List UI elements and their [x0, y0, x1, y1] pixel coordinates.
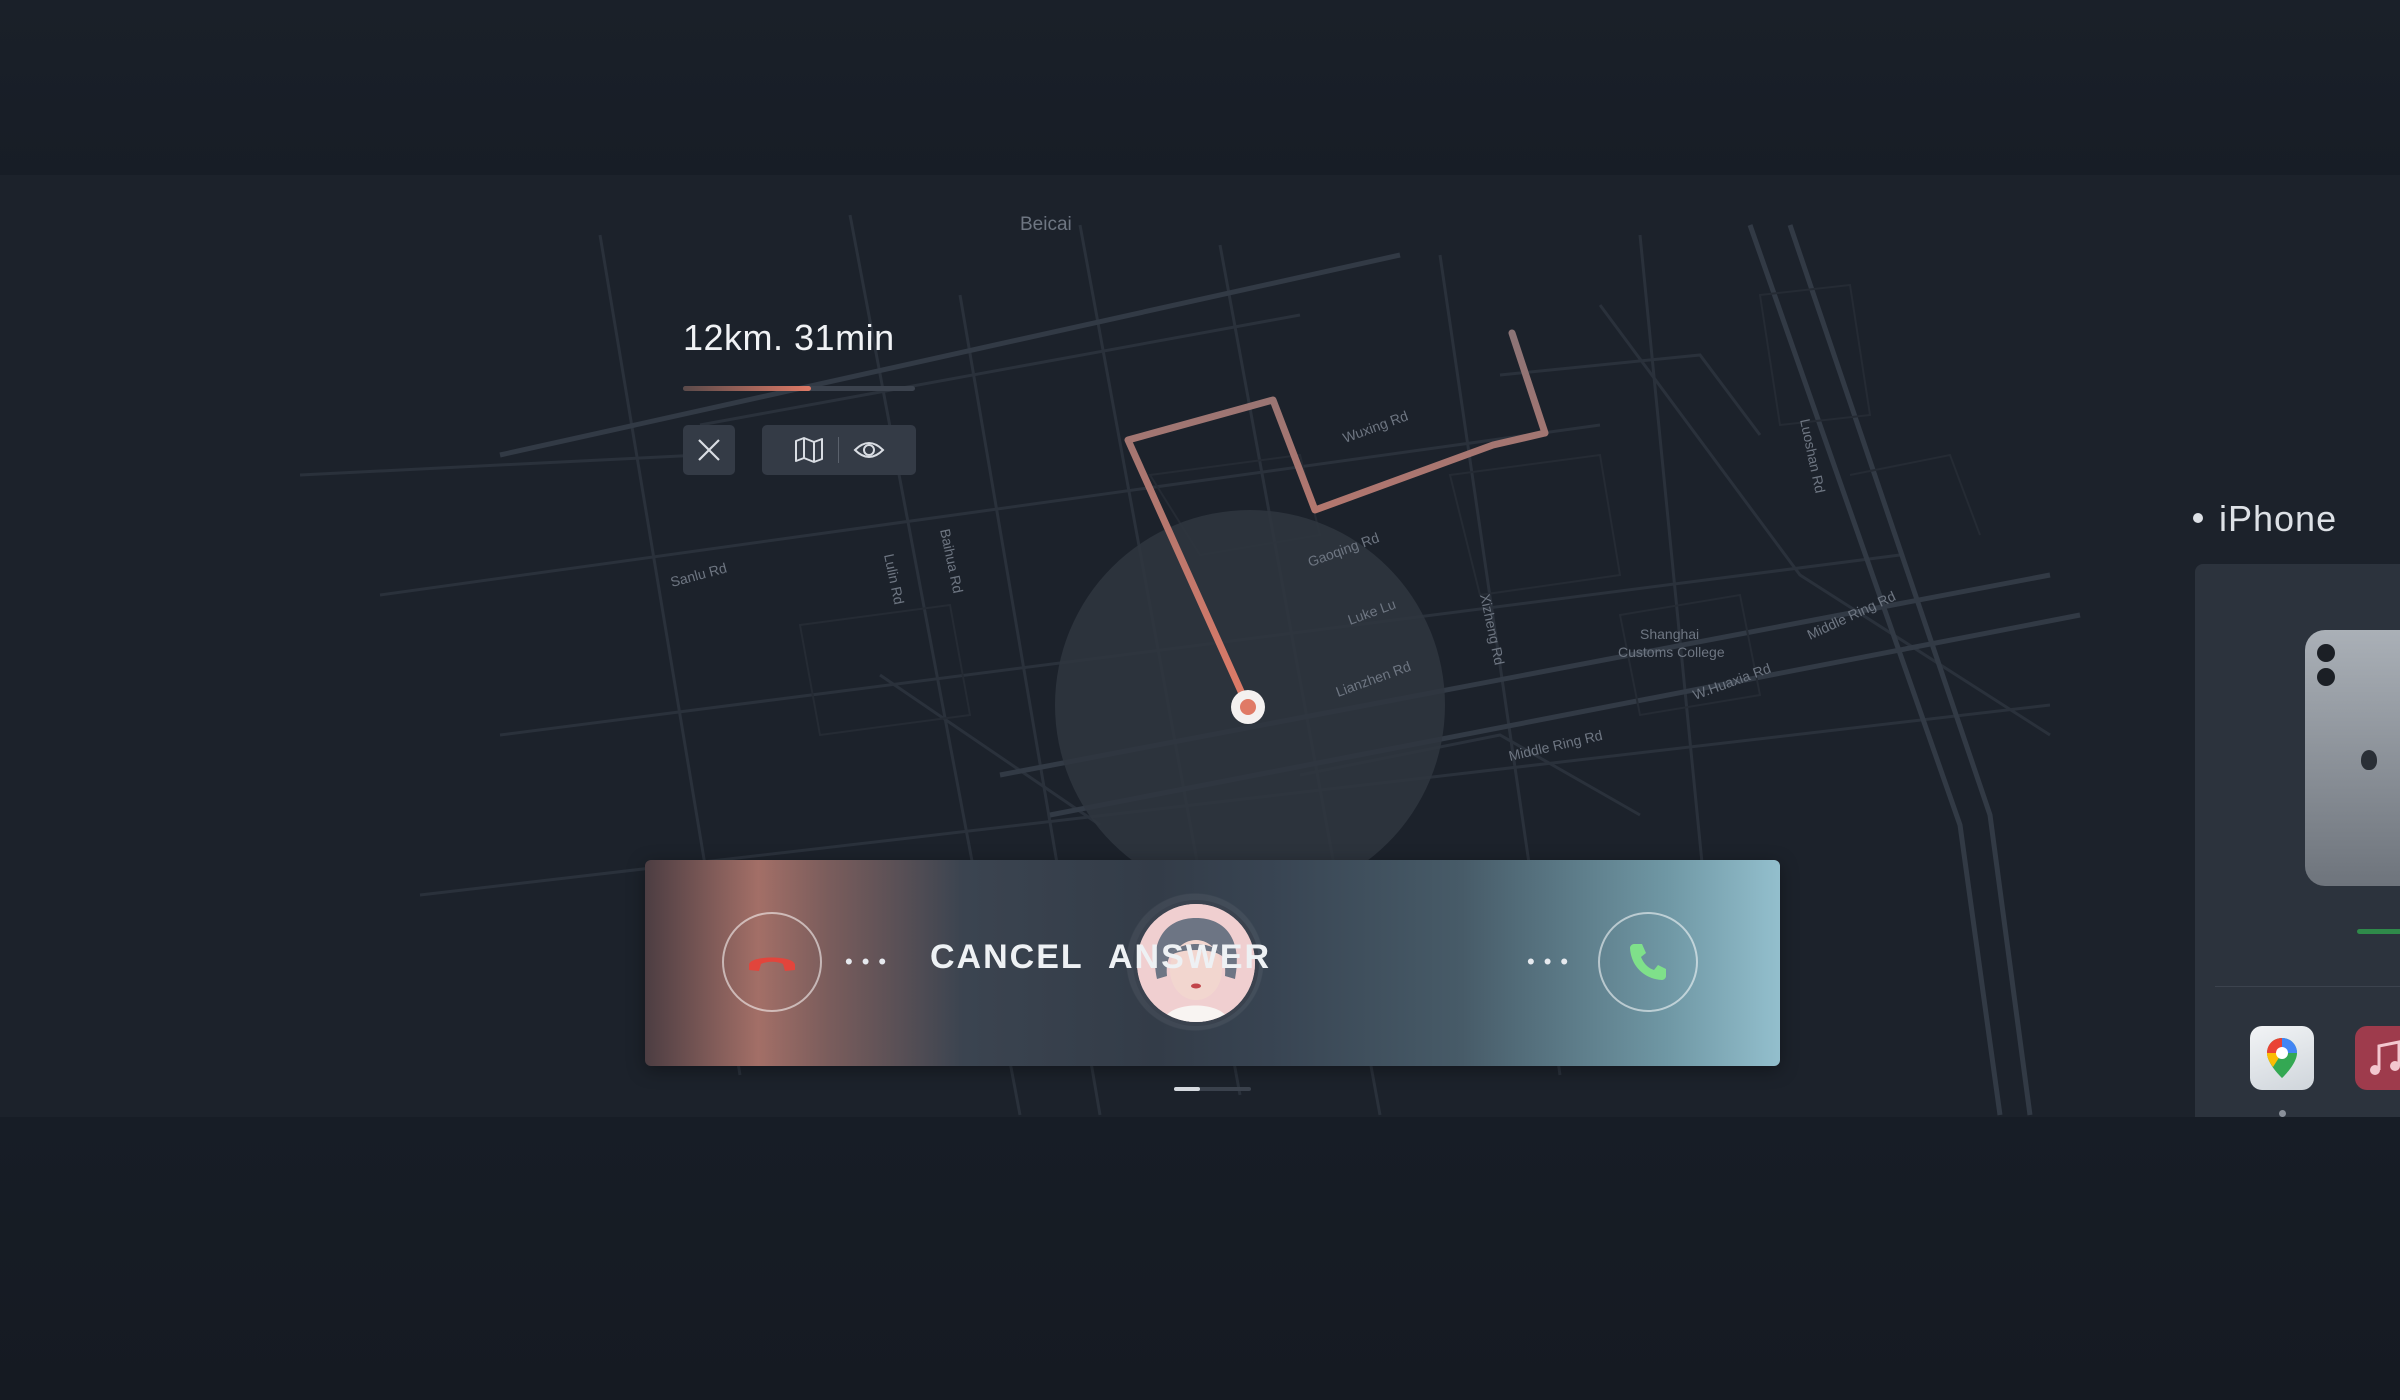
map-mode-button[interactable]: [794, 436, 824, 464]
active-app-indicator: [2279, 1110, 2286, 1117]
phone-hangup-icon: [749, 957, 795, 971]
accept-swipe-dots: •••: [1527, 949, 1578, 974]
map-label-lulin: Lulin Rd: [881, 552, 907, 606]
close-navigation-button[interactable]: [683, 425, 735, 475]
page-indicator-active: [1174, 1087, 1200, 1091]
incoming-call-banner: ••• CANCEL ANSWER •••: [645, 860, 1780, 1066]
top-band: [0, 0, 2400, 175]
phone-image: [2305, 630, 2400, 886]
decline-swipe-dots: •••: [845, 949, 896, 974]
map-label-beicai: Beicai: [1020, 214, 1072, 235]
trip-summary-text: 12km. 31min: [683, 317, 895, 358]
music-app-button[interactable]: [2355, 1026, 2400, 1090]
controls-divider: [837, 437, 839, 463]
battery-indicator: [2357, 929, 2400, 934]
answer-call-button[interactable]: [1598, 912, 1698, 1012]
accept-label: ANSWER: [1108, 938, 1272, 976]
apple-logo-icon: [2361, 750, 2377, 770]
device-card[interactable]: [2195, 564, 2400, 1117]
trip-summary: 12km. 31min: [683, 317, 895, 359]
map-label-baihua: Baihua Rd: [937, 527, 966, 594]
maps-icon: [2267, 1038, 2297, 1078]
map-label-sanlu: Sanlu Rd: [669, 560, 729, 590]
car-display: Beicai Sanlu Rd Lulin Rd Baihua Rd Wuxin…: [0, 175, 2400, 1117]
map-label-college2: Customs College: [1618, 644, 1725, 660]
route-progress-fill: [683, 386, 811, 391]
card-divider: [2215, 986, 2400, 987]
music-icon: [2370, 1040, 2400, 1075]
view-mode-button[interactable]: [853, 438, 885, 462]
phone-answer-icon: [1630, 944, 1666, 980]
maps-app-button[interactable]: [2250, 1026, 2314, 1090]
map-label-wuxing: Wuxing Rd: [1341, 407, 1411, 445]
eye-icon: [853, 442, 884, 458]
map-label-w-huaxia: W.Huaxia Rd: [1691, 660, 1773, 703]
bottom-band: [0, 1117, 2400, 1400]
page-indicator: [1174, 1087, 1251, 1091]
decline-call-button[interactable]: [722, 912, 822, 1012]
map-label-college: Shanghai: [1640, 626, 1699, 642]
map-view-controls: [762, 425, 916, 475]
route-progress-bar: [683, 386, 915, 391]
map-label-xizheng: Xizheng Rd: [1477, 592, 1508, 666]
decline-label: CANCEL: [930, 938, 1084, 976]
close-icon: [698, 439, 720, 461]
connected-device-label: iPhone: [2193, 498, 2337, 540]
map-icon: [794, 437, 823, 463]
